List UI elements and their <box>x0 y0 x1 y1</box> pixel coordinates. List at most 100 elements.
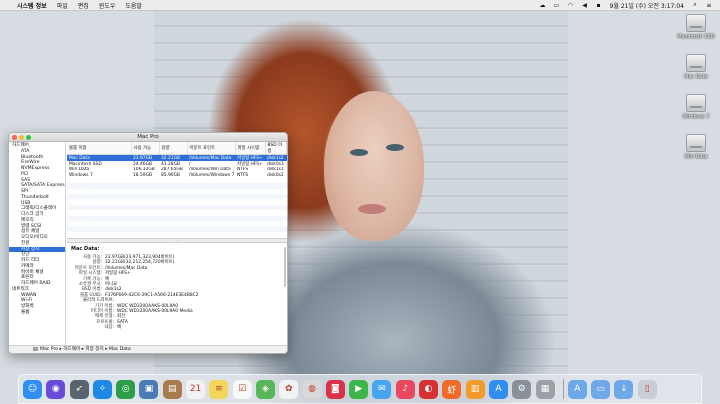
contacts-icon[interactable]: ▤ <box>162 379 182 399</box>
maps-icon[interactable]: ◈ <box>255 379 275 399</box>
applications-folder-icon[interactable]: A <box>567 379 587 399</box>
column-header-volume-name[interactable]: 볼륨 이름 <box>67 142 132 155</box>
table-cell: /Volumes/Win Data <box>189 167 231 173</box>
system-information-icon[interactable]: ▦ <box>535 379 555 399</box>
preview-icon[interactable]: ▣ <box>139 379 159 399</box>
table-cell: 106.32GB <box>133 167 155 173</box>
documents-folder-icon[interactable]: ▭ <box>591 379 611 399</box>
desktop-disk-label: Macintosh SSD <box>677 34 715 40</box>
desktop-disk-label: Mac Data <box>684 74 708 80</box>
physical-field-value: 예 <box>117 325 122 331</box>
physical-drive-field: 내장: 예 <box>71 325 283 330</box>
launchpad-icon[interactable]: ➶ <box>69 379 89 399</box>
hard-disk-icon <box>686 94 706 112</box>
notes-icon[interactable]: ≡ <box>209 379 229 399</box>
window-titlebar[interactable]: Mac Pro <box>9 133 287 142</box>
status-area: ☁ ▭ ◠ ◀ ▪ 9월 21일 (수) 오전 3:17:04 ⌕ ≡ <box>536 1 720 10</box>
hard-disk-icon <box>686 54 706 72</box>
messages-bubble-icon[interactable]: ✉ <box>372 379 392 399</box>
volume-table-area: 볼륨 이름 사용 가능 용량 마운트 포인트 파일 시스템 BSD 이름 Mac… <box>67 142 287 239</box>
books-icon[interactable]: ▥ <box>465 379 485 399</box>
column-header-mount-point[interactable]: 마운트 포인트 <box>187 142 236 155</box>
menubar-clock[interactable]: 9월 21일 (수) 오전 3:17:04 <box>606 1 689 10</box>
wallpaper-face <box>324 91 424 241</box>
sidebar-item[interactable]: 볼륨 <box>9 310 65 316</box>
table-cell: 287.65GB <box>161 167 183 173</box>
photo-booth-icon[interactable]: ◙ <box>325 379 345 399</box>
desktop-disk-label: Win Data <box>684 154 708 160</box>
desktop-disk-mac-data[interactable]: Mac Data <box>676 54 716 80</box>
flag-icon[interactable]: ▪ <box>594 2 604 9</box>
wifi-icon[interactable]: ◠ <box>566 2 576 9</box>
wallpaper-eye-right <box>386 144 404 151</box>
wallpaper-lips <box>358 204 386 214</box>
main-content: 볼륨 이름 사용 가능 용량 마운트 포인트 파일 시스템 BSD 이름 Mac… <box>67 142 287 345</box>
messages-icon[interactable]: ◍ <box>302 379 322 399</box>
downloads-folder-icon[interactable]: ↓ <box>614 379 634 399</box>
empty-cell <box>67 232 131 237</box>
menubar: 시스템 정보 파일 편집 윈도우 도움말 ☁ ▭ ◠ ◀ ▪ 9월 21일 (수… <box>0 0 720 11</box>
system-information-window: Mac Pro 하드웨어 ATA Bluetooth FireWire NVMExpre… <box>8 132 288 354</box>
table-cell: disk0s2 <box>267 172 284 178</box>
detail-field-value: F376F669-42C6-39C1-A566-214E3E4B8C2 <box>105 292 199 298</box>
music-icon[interactable]: ♪ <box>395 379 415 399</box>
physical-field-key: 내장: <box>104 325 114 331</box>
desktop-disk-win-data[interactable]: Win Data <box>676 134 716 160</box>
window-title: Mac Pro <box>137 134 159 140</box>
table-cell: /Volumes/Mac Data <box>187 154 235 161</box>
sidebar: 하드웨어 ATA Bluetooth FireWire NVMExpress PCI SAS… <box>9 142 66 345</box>
netease-music-icon[interactable]: ◐ <box>419 379 439 399</box>
chrome-icon[interactable]: ◎ <box>116 379 136 399</box>
detail-title: Mac Data: <box>71 246 100 252</box>
empty-cell <box>235 232 265 237</box>
app-store-icon[interactable]: A <box>488 379 508 399</box>
search-icon[interactable]: ⌕ <box>690 1 700 9</box>
menu-edit[interactable]: 편집 <box>73 1 94 10</box>
empty-table-row <box>67 232 287 237</box>
column-header-bsd-name[interactable]: BSD 이름 <box>265 142 287 155</box>
empty-cell <box>265 232 287 237</box>
dock: ☺ ◉ ➶ ✧ ◎ ▣ ▤ 21 ≡ ☑ ◈ ✿ ◍ ◙ ▶ ✉ ♪ ◐ 虾 ▥ A ⚙ ▦ A ▭ ↓ ▯ <box>18 374 702 404</box>
reminders-icon[interactable]: ☑ <box>232 379 252 399</box>
safari-icon[interactable]: ✧ <box>92 379 112 399</box>
siri-icon[interactable]: ◉ <box>46 379 66 399</box>
facetime-icon[interactable]: ▶ <box>349 379 369 399</box>
menu-file[interactable]: 파일 <box>52 1 73 10</box>
volume-table: 볼륨 이름 사용 가능 용량 마운트 포인트 파일 시스템 BSD 이름 Mac… <box>67 142 287 237</box>
column-header-file-system[interactable]: 파일 시스템 <box>235 142 266 155</box>
desktop-disk-label: Windows 7 <box>682 114 710 120</box>
trash-icon[interactable]: ▯ <box>637 379 657 399</box>
empty-cell <box>159 232 187 237</box>
table-header-row: 볼륨 이름 사용 가능 용량 마운트 포인트 파일 시스템 BSD 이름 <box>67 142 287 155</box>
menu-app-name[interactable]: 시스템 정보 <box>12 1 52 10</box>
menu-window[interactable]: 윈도우 <box>94 1 121 10</box>
desktop-disk-windows-7[interactable]: Windows 7 <box>676 94 716 120</box>
xiami-icon[interactable]: 虾 <box>442 379 462 399</box>
detail-pane: Mac Data: 사용 가능: 23.97GB(23,971,323,904바이… <box>67 243 287 333</box>
volume-icon[interactable]: ◀ <box>580 2 590 9</box>
finder-icon[interactable]: ☺ <box>23 379 42 399</box>
physical-field-value: WDC WD3200AAKS-00L9A0 Media <box>117 308 193 314</box>
dock-separator <box>562 379 564 399</box>
column-header-capacity[interactable]: 용량 <box>159 142 188 155</box>
table-cell: disk1s2 <box>265 154 287 161</box>
hard-disk-icon <box>686 14 706 32</box>
system-preferences-icon[interactable]: ⚙ <box>512 379 532 399</box>
detail-scrollbar[interactable] <box>284 247 286 287</box>
calendar-icon[interactable]: 21 <box>186 379 206 399</box>
cloud-icon[interactable]: ☁ <box>538 2 548 9</box>
monitor-icon[interactable]: ▭ <box>552 2 562 9</box>
table-cell: /Volumes/Windows 7 <box>189 172 235 178</box>
path-bar: Mac Pro ▸ 하드웨어 ▸ 저장 장치 ▸ Mac Data <box>9 345 287 353</box>
desktop-disk-macintosh-ssd[interactable]: Macintosh SSD <box>676 14 716 40</box>
empty-cell <box>131 232 159 237</box>
path-bar-text[interactable]: Mac Pro ▸ 하드웨어 ▸ 저장 장치 ▸ Mac Data <box>40 347 131 352</box>
column-header-available[interactable]: 사용 가능 <box>131 142 160 155</box>
empty-cell <box>187 232 235 237</box>
table-cell: disk1s1 <box>267 167 284 173</box>
menu-help[interactable]: 도움말 <box>120 1 147 10</box>
list-icon[interactable]: ≡ <box>704 2 714 9</box>
computer-icon <box>33 346 38 351</box>
photos-icon[interactable]: ✿ <box>279 379 299 399</box>
wallpaper-eye-left <box>350 149 368 156</box>
